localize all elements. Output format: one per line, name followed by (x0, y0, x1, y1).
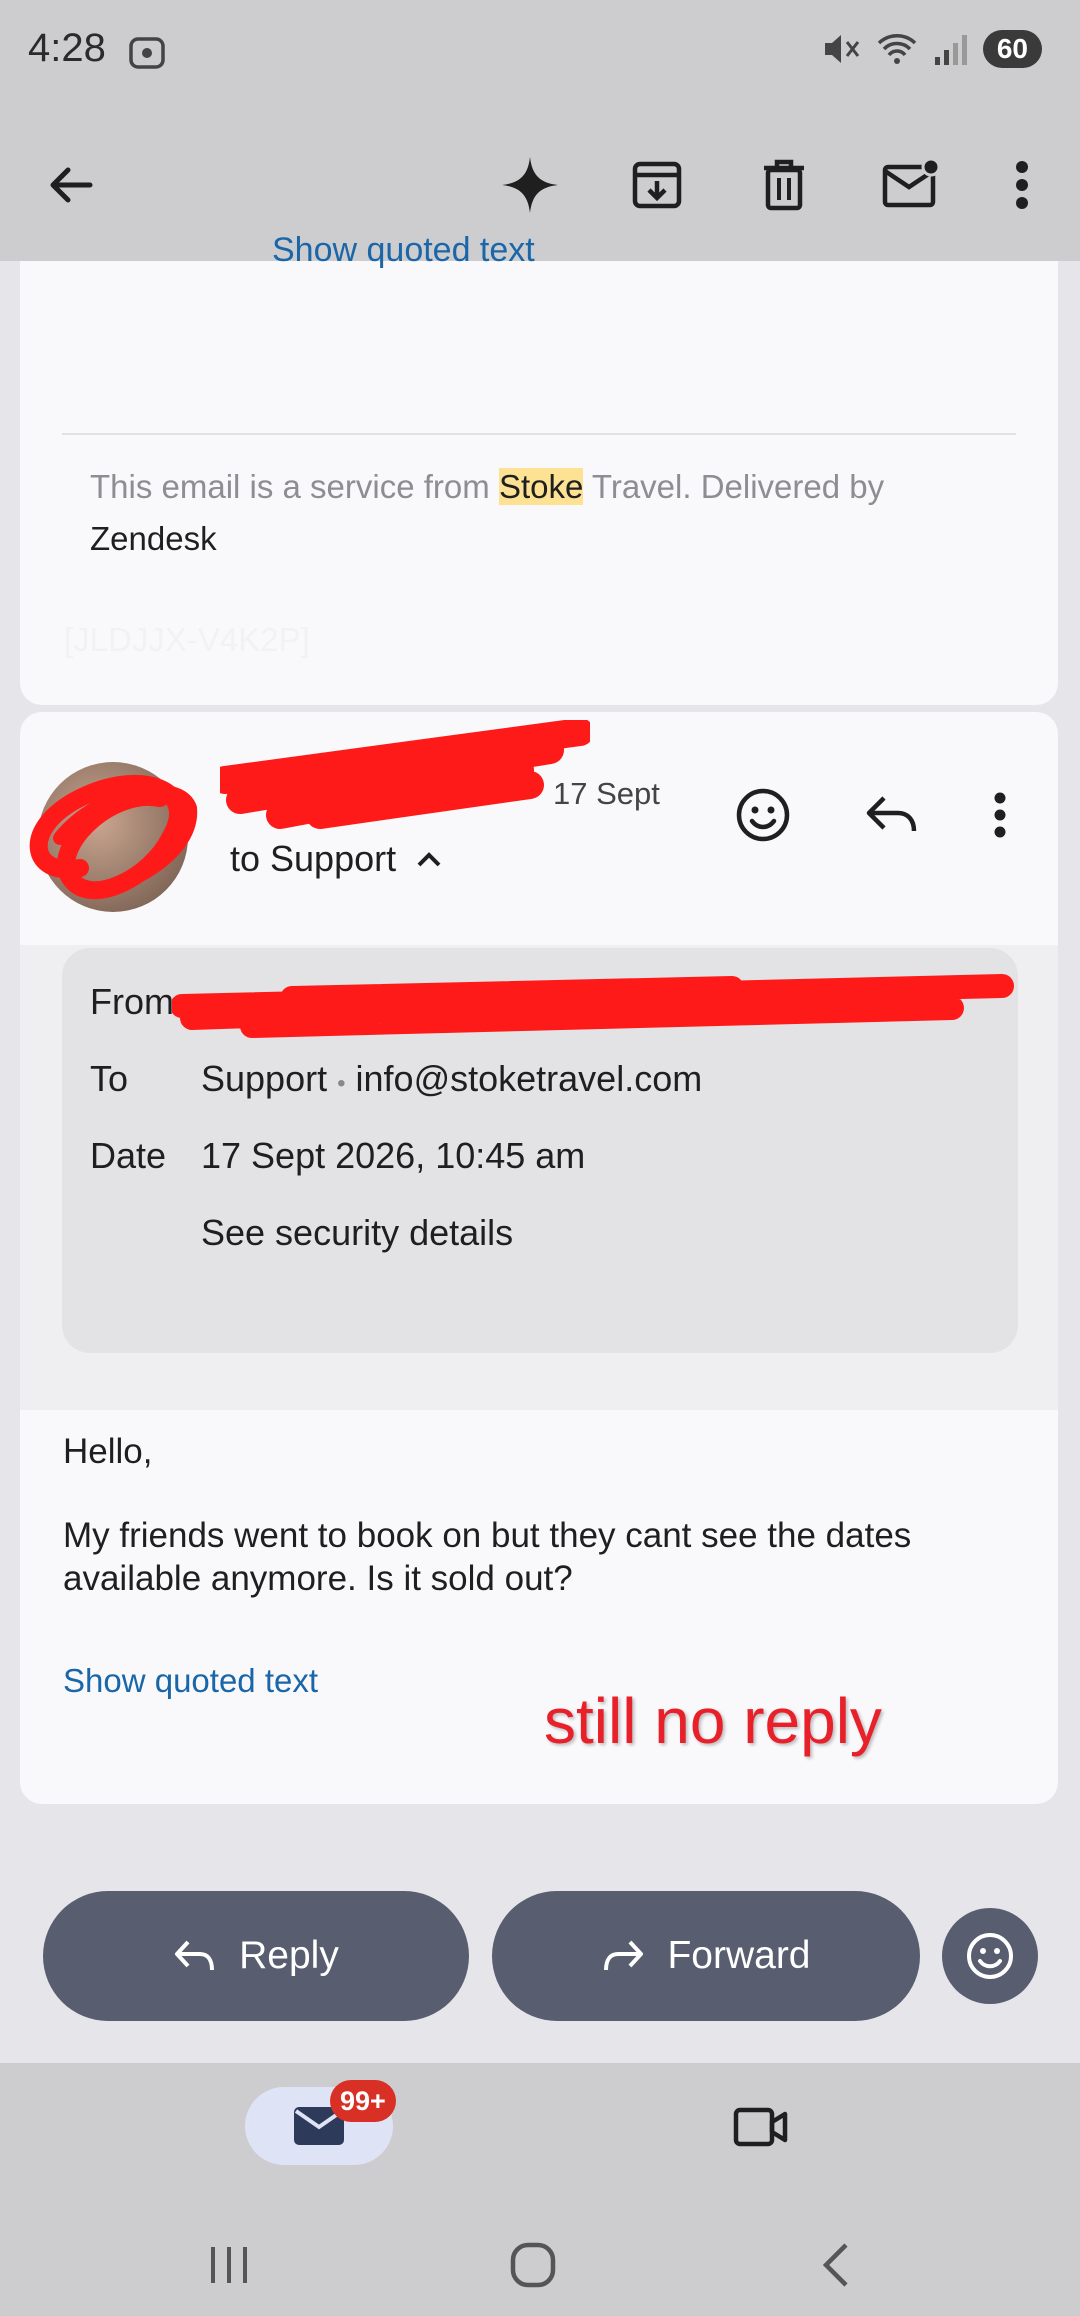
separator-dot: • (337, 1070, 346, 1097)
email-toolbar (0, 105, 1080, 261)
nav-meet[interactable] (733, 2103, 789, 2156)
footer-text-suffix: Travel. Delivered by (583, 468, 885, 505)
footer-text: This email is a service from (90, 468, 499, 505)
home-button[interactable] (509, 2241, 557, 2294)
trash-icon (764, 159, 804, 211)
to-name: Support (201, 1058, 328, 1099)
highlighted-term: Stoke (498, 468, 584, 505)
reply-button[interactable]: Reply (43, 1891, 469, 2021)
from-redaction (172, 974, 1014, 1038)
chevron-left-icon (822, 2243, 848, 2287)
ticket-reference: [JLDJJX-V4K2P] (64, 621, 310, 658)
emoji-icon (967, 1933, 1013, 1979)
forward-label: Forward (667, 1934, 811, 1977)
status-bar: 4:28 60 (0, 0, 1080, 105)
to-value: Support • info@stoketravel.com (201, 1058, 702, 1100)
video-camera-icon (733, 2107, 788, 2147)
from-label: From (90, 981, 174, 1022)
to-email: info@stoketravel.com (355, 1058, 703, 1099)
archive-button[interactable] (622, 150, 692, 220)
screenshot-icon (128, 34, 166, 77)
add-reaction-button[interactable] (735, 787, 791, 848)
clock: 4:28 (28, 26, 106, 70)
home-icon (510, 2242, 556, 2288)
battery-level: 60 (982, 30, 1042, 68)
forward-icon (604, 1940, 644, 1971)
emoji-icon (736, 788, 790, 842)
reply-icon-button[interactable] (864, 792, 920, 843)
message-more-button[interactable] (992, 791, 1008, 844)
archive-icon (632, 161, 682, 209)
date-label: Date (90, 1135, 167, 1176)
mail-unread-icon (882, 159, 941, 208)
annotation-text: still no reply (544, 1685, 882, 1757)
more-options-button[interactable] (987, 150, 1057, 220)
previous-message-card: Show quoted text This email is a service… (20, 231, 1058, 705)
message-details-panel: From To Support • info@stoketravel.com D… (62, 948, 1018, 1353)
system-back-button[interactable] (818, 2241, 854, 2294)
delete-button[interactable] (749, 150, 819, 220)
mail-badge: 99+ (330, 2080, 396, 2122)
date-value: 17 Sept 2026, 10:45 am (201, 1135, 586, 1176)
wifi-icon (877, 34, 917, 64)
gemini-button[interactable] (495, 150, 565, 220)
redaction-scribble (29, 775, 198, 900)
status-icons: 60 (821, 30, 1042, 68)
mark-unread-button[interactable] (876, 150, 946, 220)
message-date: 17 Sept (553, 776, 660, 811)
more-vert-icon (994, 792, 1006, 838)
reply-icon (866, 796, 917, 832)
greeting: Hello, (63, 1432, 153, 1471)
reply-icon (175, 1940, 215, 1971)
sparkle-icon (502, 157, 558, 213)
recents-icon (211, 2247, 247, 2283)
security-details-link[interactable]: See security details (201, 1212, 513, 1254)
recent-apps-button[interactable] (207, 2243, 251, 2292)
footer-zendesk: Zendesk (90, 520, 217, 557)
show-quoted-text-link[interactable]: Show quoted text (272, 231, 535, 270)
to-label: To (90, 1058, 129, 1099)
message-body: My friends went to book on but they cant… (63, 1516, 912, 1598)
reply-label: Reply (239, 1934, 339, 1977)
divider (62, 433, 1016, 435)
signal-icon (934, 35, 967, 65)
more-vert-icon (1016, 161, 1028, 209)
recipient-line: to Support (230, 838, 397, 879)
sender-redaction (220, 720, 590, 829)
bottom-navigation: 99+ (0, 2063, 1080, 2316)
arrow-left-icon (50, 167, 93, 203)
mute-icon (824, 35, 860, 63)
recipient-toggle[interactable]: to Support (230, 838, 442, 880)
react-button[interactable] (942, 1908, 1038, 2004)
chevron-up-icon (417, 852, 441, 867)
service-footer: This email is a service from Stoke Trave… (90, 461, 990, 565)
back-button[interactable] (36, 150, 106, 220)
forward-button[interactable]: Forward (492, 1891, 920, 2021)
show-quoted-text-link[interactable]: Show quoted text (63, 1662, 318, 1700)
